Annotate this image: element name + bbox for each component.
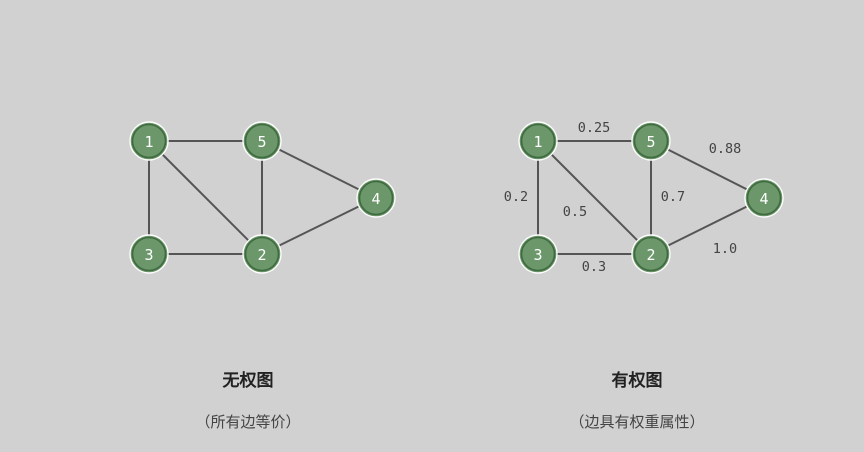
weighted-graph: 0.25 0.88 0.2 0.5 0.7 0.3 1.0 1 2 3 4 5 xyxy=(504,120,784,275)
weight-label-1-5: 0.25 xyxy=(578,120,611,136)
node-label: 2 xyxy=(257,246,266,264)
unweighted-node-2: 2 xyxy=(242,234,282,274)
weighted-node-1: 1 xyxy=(518,121,558,161)
weight-label-5-2: 0.7 xyxy=(661,189,685,205)
unweighted-node-1: 1 xyxy=(129,121,169,161)
node-label: 5 xyxy=(257,133,266,151)
node-label: 2 xyxy=(646,246,655,264)
edge-1-2 xyxy=(537,140,652,255)
unweighted-caption: 无权图 （所有边等价） xyxy=(118,366,378,432)
node-label: 5 xyxy=(646,133,655,151)
node-label: 1 xyxy=(144,133,153,151)
weighted-node-4: 4 xyxy=(744,178,784,218)
weighted-subtitle: （边具有权重属性） xyxy=(569,413,705,431)
weighted-node-2: 2 xyxy=(631,234,671,274)
node-label: 3 xyxy=(533,246,542,264)
weight-label-1-3: 0.2 xyxy=(504,189,528,205)
node-label: 4 xyxy=(371,190,380,208)
weighted-node-3: 3 xyxy=(518,234,558,274)
weighted-node-5: 5 xyxy=(631,121,671,161)
unweighted-title: 无权图 xyxy=(222,371,274,391)
unweighted-node-4: 4 xyxy=(356,178,396,218)
node-label: 3 xyxy=(144,246,153,264)
edge-1-2 xyxy=(148,140,263,255)
unweighted-node-5: 5 xyxy=(242,121,282,161)
unweighted-graph: 1 2 3 4 5 xyxy=(129,121,396,274)
node-label: 4 xyxy=(759,190,768,208)
weight-label-2-4: 1.0 xyxy=(713,241,737,257)
weight-label-5-4: 0.88 xyxy=(709,141,742,157)
weighted-title: 有权图 xyxy=(611,371,663,391)
weight-label-1-2: 0.5 xyxy=(563,204,587,220)
weight-label-3-2: 0.3 xyxy=(582,259,606,275)
node-label: 1 xyxy=(533,133,542,151)
unweighted-node-3: 3 xyxy=(129,234,169,274)
weighted-caption: 有权图 （边具有权重属性） xyxy=(507,366,767,432)
unweighted-subtitle: （所有边等价） xyxy=(195,413,301,431)
